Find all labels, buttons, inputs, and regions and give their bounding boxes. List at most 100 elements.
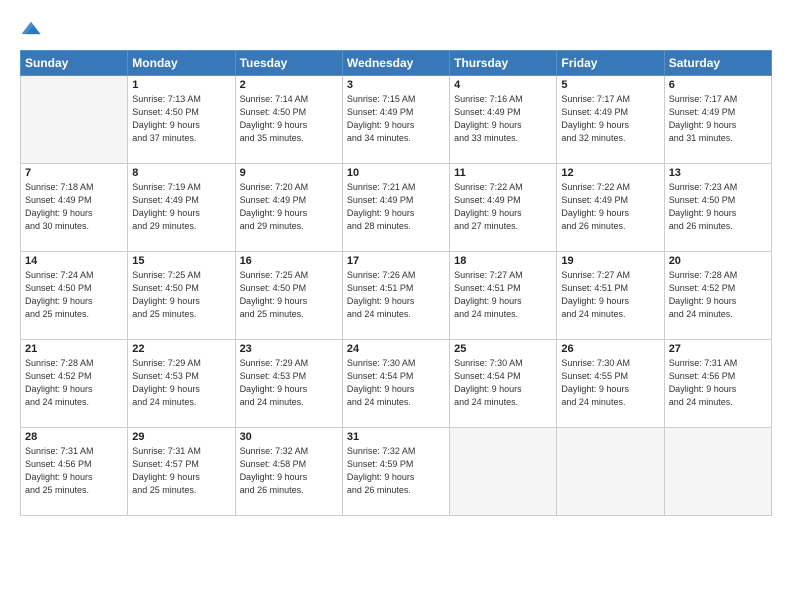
- day-number: 26: [561, 343, 659, 355]
- day-info: Sunrise: 7:18 AM Sunset: 4:49 PM Dayligh…: [25, 181, 123, 233]
- day-info: Sunrise: 7:17 AM Sunset: 4:49 PM Dayligh…: [561, 93, 659, 145]
- calendar-body: 1 Sunrise: 7:13 AM Sunset: 4:50 PM Daylig…: [21, 76, 772, 516]
- calendar-week-2: 7 Sunrise: 7:18 AM Sunset: 4:49 PM Daylig…: [21, 164, 772, 252]
- day-info: Sunrise: 7:25 AM Sunset: 4:50 PM Dayligh…: [240, 269, 338, 321]
- day-info: Sunrise: 7:22 AM Sunset: 4:49 PM Dayligh…: [454, 181, 552, 233]
- calendar-week-1: 1 Sunrise: 7:13 AM Sunset: 4:50 PM Daylig…: [21, 76, 772, 164]
- day-info: Sunrise: 7:32 AM Sunset: 4:58 PM Dayligh…: [240, 445, 338, 497]
- day-info: Sunrise: 7:14 AM Sunset: 4:50 PM Dayligh…: [240, 93, 338, 145]
- day-number: 22: [132, 343, 230, 355]
- weekday-header-thursday: Thursday: [450, 51, 557, 76]
- day-info: Sunrise: 7:15 AM Sunset: 4:49 PM Dayligh…: [347, 93, 445, 145]
- day-number: 5: [561, 79, 659, 91]
- day-number: 27: [669, 343, 767, 355]
- day-info: Sunrise: 7:30 AM Sunset: 4:54 PM Dayligh…: [347, 357, 445, 409]
- day-number: 29: [132, 431, 230, 443]
- calendar-cell: [450, 428, 557, 516]
- calendar-cell: 11 Sunrise: 7:22 AM Sunset: 4:49 PM Dayli…: [450, 164, 557, 252]
- day-number: 7: [25, 167, 123, 179]
- day-info: Sunrise: 7:25 AM Sunset: 4:50 PM Dayligh…: [132, 269, 230, 321]
- logo-icon: [20, 18, 42, 40]
- day-info: Sunrise: 7:13 AM Sunset: 4:50 PM Dayligh…: [132, 93, 230, 145]
- calendar-cell: 4 Sunrise: 7:16 AM Sunset: 4:49 PM Daylig…: [450, 76, 557, 164]
- day-number: 4: [454, 79, 552, 91]
- weekday-header-sunday: Sunday: [21, 51, 128, 76]
- day-number: 11: [454, 167, 552, 179]
- day-info: Sunrise: 7:30 AM Sunset: 4:55 PM Dayligh…: [561, 357, 659, 409]
- calendar-cell: 2 Sunrise: 7:14 AM Sunset: 4:50 PM Daylig…: [235, 76, 342, 164]
- day-info: Sunrise: 7:17 AM Sunset: 4:49 PM Dayligh…: [669, 93, 767, 145]
- day-info: Sunrise: 7:31 AM Sunset: 4:56 PM Dayligh…: [669, 357, 767, 409]
- day-number: 9: [240, 167, 338, 179]
- calendar-cell: [664, 428, 771, 516]
- calendar-cell: 20 Sunrise: 7:28 AM Sunset: 4:52 PM Dayli…: [664, 252, 771, 340]
- day-info: Sunrise: 7:29 AM Sunset: 4:53 PM Dayligh…: [240, 357, 338, 409]
- weekday-header-tuesday: Tuesday: [235, 51, 342, 76]
- calendar-cell: 31 Sunrise: 7:32 AM Sunset: 4:59 PM Dayli…: [342, 428, 449, 516]
- day-number: 28: [25, 431, 123, 443]
- calendar-week-5: 28 Sunrise: 7:31 AM Sunset: 4:56 PM Dayli…: [21, 428, 772, 516]
- day-number: 25: [454, 343, 552, 355]
- day-number: 17: [347, 255, 445, 267]
- day-number: 16: [240, 255, 338, 267]
- calendar-cell: 10 Sunrise: 7:21 AM Sunset: 4:49 PM Dayli…: [342, 164, 449, 252]
- calendar-cell: 23 Sunrise: 7:29 AM Sunset: 4:53 PM Dayli…: [235, 340, 342, 428]
- calendar-cell: 26 Sunrise: 7:30 AM Sunset: 4:55 PM Dayli…: [557, 340, 664, 428]
- calendar-cell: 9 Sunrise: 7:20 AM Sunset: 4:49 PM Daylig…: [235, 164, 342, 252]
- day-number: 13: [669, 167, 767, 179]
- day-number: 18: [454, 255, 552, 267]
- day-number: 23: [240, 343, 338, 355]
- calendar-cell: [21, 76, 128, 164]
- day-info: Sunrise: 7:29 AM Sunset: 4:53 PM Dayligh…: [132, 357, 230, 409]
- weekday-header-monday: Monday: [128, 51, 235, 76]
- day-info: Sunrise: 7:27 AM Sunset: 4:51 PM Dayligh…: [454, 269, 552, 321]
- calendar-cell: 13Sunrise: 7:23 AM Sunset: 4:50 PM Dayli…: [664, 164, 771, 252]
- day-number: 12: [561, 167, 659, 179]
- calendar-cell: 30Sunrise: 7:32 AM Sunset: 4:58 PM Dayli…: [235, 428, 342, 516]
- calendar-cell: [557, 428, 664, 516]
- calendar-cell: 29 Sunrise: 7:31 AM Sunset: 4:57 PM Dayli…: [128, 428, 235, 516]
- calendar-cell: 19Sunrise: 7:27 AM Sunset: 4:51 PM Dayli…: [557, 252, 664, 340]
- calendar-cell: 28 Sunrise: 7:31 AM Sunset: 4:56 PM Dayli…: [21, 428, 128, 516]
- day-info: Sunrise: 7:21 AM Sunset: 4:49 PM Dayligh…: [347, 181, 445, 233]
- day-number: 10: [347, 167, 445, 179]
- header: [20, 18, 772, 40]
- day-number: 14: [25, 255, 123, 267]
- day-info: Sunrise: 7:26 AM Sunset: 4:51 PM Dayligh…: [347, 269, 445, 321]
- day-info: Sunrise: 7:28 AM Sunset: 4:52 PM Dayligh…: [669, 269, 767, 321]
- day-number: 15: [132, 255, 230, 267]
- calendar-cell: 3Sunrise: 7:15 AM Sunset: 4:49 PM Daylig…: [342, 76, 449, 164]
- day-info: Sunrise: 7:20 AM Sunset: 4:49 PM Dayligh…: [240, 181, 338, 233]
- day-number: 20: [669, 255, 767, 267]
- calendar-cell: 25Sunrise: 7:30 AM Sunset: 4:54 PM Dayli…: [450, 340, 557, 428]
- day-info: Sunrise: 7:16 AM Sunset: 4:49 PM Dayligh…: [454, 93, 552, 145]
- day-number: 1: [132, 79, 230, 91]
- day-info: Sunrise: 7:19 AM Sunset: 4:49 PM Dayligh…: [132, 181, 230, 233]
- calendar-cell: 15 Sunrise: 7:25 AM Sunset: 4:50 PM Dayli…: [128, 252, 235, 340]
- day-info: Sunrise: 7:31 AM Sunset: 4:56 PM Dayligh…: [25, 445, 123, 497]
- calendar-cell: 18 Sunrise: 7:27 AM Sunset: 4:51 PM Dayli…: [450, 252, 557, 340]
- day-number: 2: [240, 79, 338, 91]
- calendar-cell: 16 Sunrise: 7:25 AM Sunset: 4:50 PM Dayli…: [235, 252, 342, 340]
- weekday-header-friday: Friday: [557, 51, 664, 76]
- day-number: 31: [347, 431, 445, 443]
- day-info: Sunrise: 7:24 AM Sunset: 4:50 PM Dayligh…: [25, 269, 123, 321]
- day-number: 8: [132, 167, 230, 179]
- calendar-cell: 12Sunrise: 7:22 AM Sunset: 4:49 PM Dayli…: [557, 164, 664, 252]
- calendar-cell: 24 Sunrise: 7:30 AM Sunset: 4:54 PM Dayli…: [342, 340, 449, 428]
- day-number: 24: [347, 343, 445, 355]
- calendar-cell: 6 Sunrise: 7:17 AM Sunset: 4:49 PM Daylig…: [664, 76, 771, 164]
- day-info: Sunrise: 7:32 AM Sunset: 4:59 PM Dayligh…: [347, 445, 445, 497]
- calendar-cell: 27 Sunrise: 7:31 AM Sunset: 4:56 PM Dayli…: [664, 340, 771, 428]
- calendar-cell: 14 Sunrise: 7:24 AM Sunset: 4:50 PM Dayli…: [21, 252, 128, 340]
- calendar-cell: 21Sunrise: 7:28 AM Sunset: 4:52 PM Dayli…: [21, 340, 128, 428]
- weekday-header-wednesday: Wednesday: [342, 51, 449, 76]
- calendar-week-3: 14 Sunrise: 7:24 AM Sunset: 4:50 PM Dayli…: [21, 252, 772, 340]
- calendar-cell: 5 Sunrise: 7:17 AM Sunset: 4:49 PM Daylig…: [557, 76, 664, 164]
- day-info: Sunrise: 7:31 AM Sunset: 4:57 PM Dayligh…: [132, 445, 230, 497]
- weekday-header-saturday: Saturday: [664, 51, 771, 76]
- logo: [20, 18, 46, 40]
- calendar-cell: 17 Sunrise: 7:26 AM Sunset: 4:51 PM Dayli…: [342, 252, 449, 340]
- calendar-week-4: 21Sunrise: 7:28 AM Sunset: 4:52 PM Dayli…: [21, 340, 772, 428]
- day-number: 6: [669, 79, 767, 91]
